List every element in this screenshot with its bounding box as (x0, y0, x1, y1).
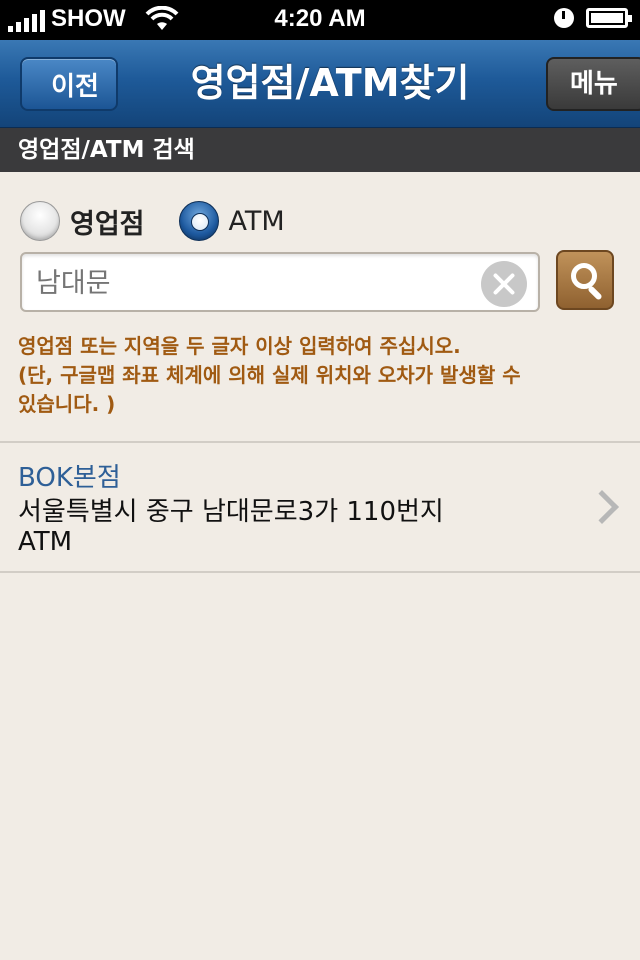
chevron-right-icon (585, 490, 619, 524)
radio-branch-label: 영업점 (70, 208, 145, 240)
page-title: 영업점/ATM찾기 (190, 61, 470, 105)
result-address: 서울특별시 중구 남대문로3가 110번지 (18, 497, 444, 527)
back-arrow-icon (0, 59, 52, 111)
result-type: ATM (18, 527, 73, 557)
status-right (554, 8, 632, 28)
search-button[interactable] (556, 250, 614, 310)
radio-option-atm[interactable]: ATM (178, 201, 285, 241)
search-icon (571, 263, 597, 289)
menu-button[interactable]: 메뉴 (546, 57, 640, 111)
search-field[interactable] (20, 252, 540, 312)
notice-line-3: 있습니다. ) (18, 392, 116, 416)
divider (0, 571, 640, 573)
back-button[interactable]: 이전 (0, 57, 118, 111)
radio-branch[interactable] (20, 201, 60, 241)
search-input[interactable] (36, 262, 476, 304)
alarm-clock-icon (554, 8, 574, 28)
search-notice: 영업점 또는 지역을 두 글자 이상 입력하여 주십시오. (단, 구글맵 좌표… (18, 332, 618, 419)
search-icon-handle (587, 285, 603, 301)
status-time: 4:20 AM (274, 5, 366, 32)
radio-atm-label: ATM (228, 205, 285, 237)
list-item[interactable]: BOK본점 서울특별시 중구 남대문로3가 110번지 ATM (0, 443, 640, 571)
battery-icon (586, 8, 632, 28)
radio-option-branch[interactable]: 영업점 (20, 201, 145, 241)
back-button-label: 이전 (51, 71, 99, 102)
radio-atm[interactable] (178, 201, 219, 241)
search-type-group: 영업점 ATM (20, 200, 319, 242)
clear-icon[interactable] (481, 261, 527, 307)
notice-line-1: 영업점 또는 지역을 두 글자 이상 입력하여 주십시오. (18, 334, 461, 358)
notice-line-2: (단, 구글맵 좌표 체계에 의해 실제 위치와 오차가 발생할 수 (18, 363, 521, 387)
result-name: BOK본점 (18, 463, 121, 493)
section-header: 영업점/ATM 검색 (0, 128, 640, 172)
nav-bar: 이전 영업점/ATM찾기 메뉴 (0, 40, 640, 128)
status-bar: SHOW 4:20 AM (0, 0, 640, 40)
